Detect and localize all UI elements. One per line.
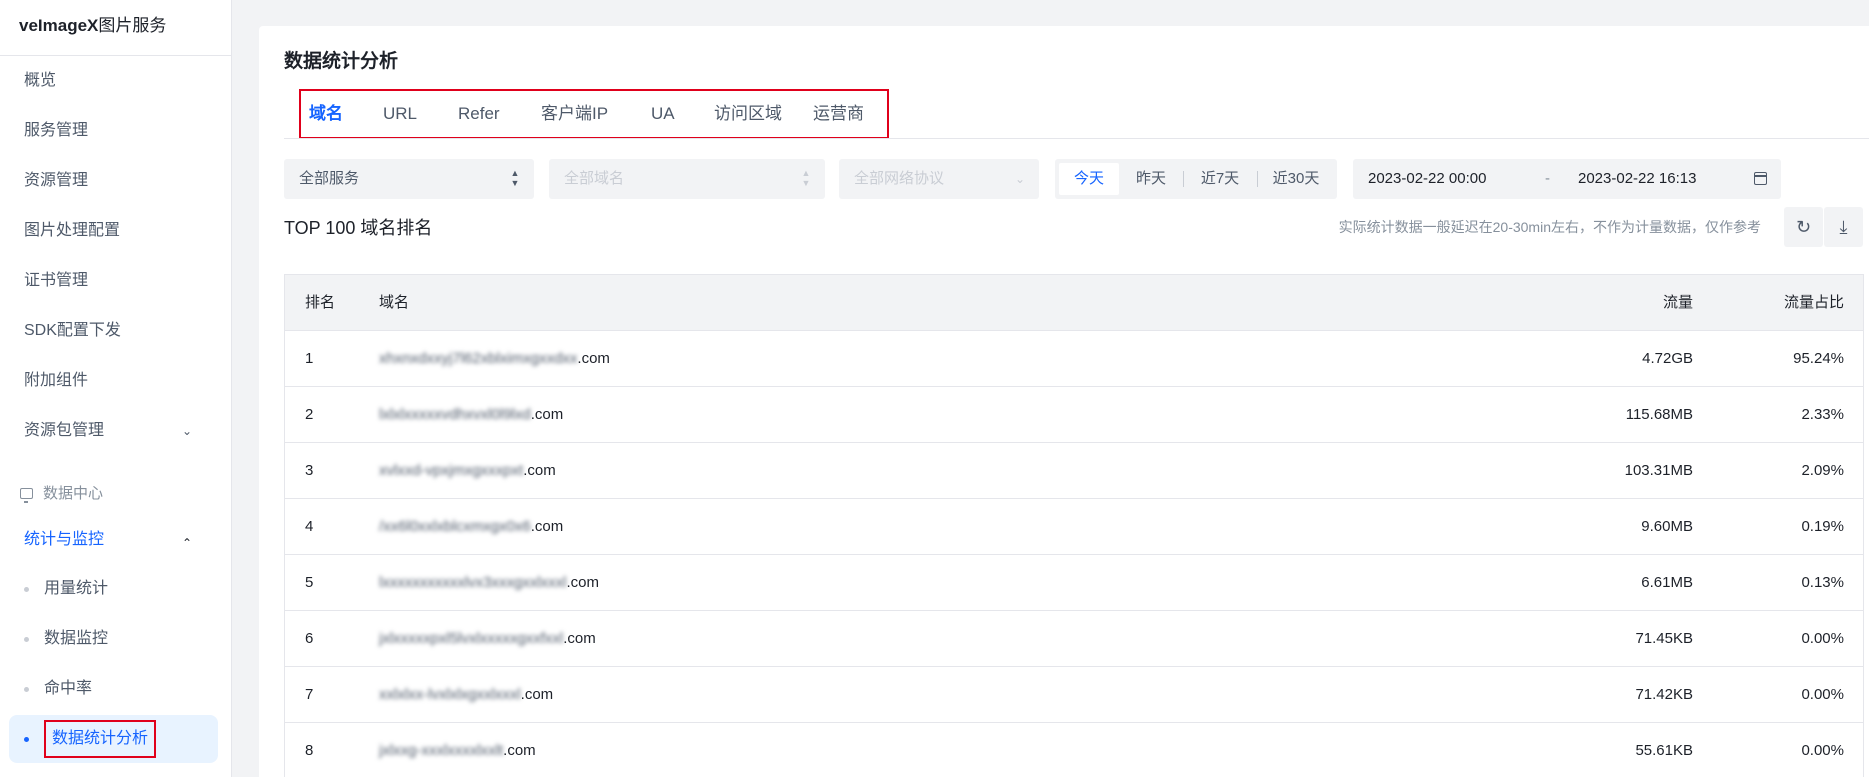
domain-cell: lxlxlxxxxxvdhxvxl0l9lxd.com — [379, 406, 564, 423]
header-rank: 排名 — [305, 294, 336, 311]
tab-refer[interactable]: Refer — [458, 91, 500, 137]
domain-cell: xhxnxdxxyj7l62xblximxgxxdxx.com — [379, 350, 610, 367]
range-today[interactable]: 今天 — [1059, 163, 1119, 195]
table-row: 2 lxlxlxxxxxvdhxvxl0l9lxd.com 115.68MB 2… — [285, 387, 1863, 443]
table-row: 5 lxxxxxxxxxxxlvx3xxxgxxlxxxl.com 6.61MB… — [285, 555, 1863, 611]
start-date: 2023-02-22 00:00 — [1368, 170, 1487, 187]
sidebar: veImageX图片服务 概览 服务管理 资源管理 图片处理配置 证书管理 SD… — [0, 0, 232, 777]
bullet-dot — [24, 687, 29, 692]
chevron-down-icon: ⌄ — [181, 424, 192, 438]
sidebar-item-resource-packages[interactable]: 资源包管理 ⌄ — [0, 411, 232, 451]
sidebar-item-label: 统计与监控 — [24, 531, 105, 548]
calendar-icon — [1754, 172, 1767, 185]
refresh-icon: ↻ — [1795, 217, 1812, 237]
service-select[interactable]: 全部服务 ▲ ▼ — [284, 159, 534, 199]
sidebar-subitem-usage[interactable]: 用量统计 — [0, 569, 232, 609]
domain-ranking-table: 排名 域名 流量 流量占比 1 xhxnxdxxyj7l62xblximxgxx… — [284, 274, 1864, 777]
range-7days[interactable]: 近7天 — [1185, 163, 1255, 195]
range-yesterday[interactable]: 昨天 — [1121, 163, 1181, 195]
domain-cell: xvlxxd-vpxjmxgxxxpxt.com — [379, 462, 556, 479]
table-row: 4 /xx6l0xxlxblcxmxgx0x6.com 9.60MB 0.19% — [285, 499, 1863, 555]
sort-arrows-icon: ▲ ▼ — [801, 168, 811, 188]
sidebar-subitem-data-monitoring[interactable]: 数据监控 — [0, 619, 232, 659]
header-domain: 域名 — [379, 294, 410, 311]
sidebar-item-sdk-config[interactable]: SDK配置下发 — [0, 311, 232, 351]
sidebar-item-overview[interactable]: 概览 — [0, 61, 232, 101]
table-header: 排名 域名 流量 流量占比 — [285, 275, 1863, 331]
domain-cell: jxlxxg-xxxlxxxxlxxlt.com — [379, 742, 536, 759]
sidebar-item-certificates[interactable]: 证书管理 — [0, 261, 232, 301]
table-row: 3 xvlxxd-vpxjmxgxxxpxt.com 103.31MB 2.09… — [285, 443, 1863, 499]
segment-divider — [1257, 171, 1258, 187]
table-row: 7 xxlxlxx-lvxlxlxgxxlxxxl.com 71.42KB 0.… — [285, 667, 1863, 723]
tab-isp[interactable]: 运营商 — [813, 91, 864, 137]
sidebar-item-resource-management[interactable]: 资源管理 — [0, 161, 232, 201]
range-30days[interactable]: 近30天 — [1259, 163, 1333, 195]
tab-region[interactable]: 访问区域 — [714, 91, 782, 137]
sort-arrows-icon: ▲ ▼ — [510, 168, 520, 188]
refresh-button[interactable]: ↻ — [1784, 207, 1823, 247]
bullet-dot — [24, 637, 29, 642]
chevron-down-icon: ⌄ — [1014, 172, 1025, 186]
table-row: 8 jxlxxg-xxxlxxxxlxxlt.com 55.61KB 0.00% — [285, 723, 1863, 777]
time-range-segmented: 今天 昨天 近7天 近30天 — [1055, 159, 1337, 199]
page-title: 数据统计分析 — [284, 51, 399, 72]
protocol-select[interactable]: 全部网络协议 ⌄ — [839, 159, 1039, 199]
tab-client-ip[interactable]: 客户端IP — [541, 91, 608, 137]
sidebar-item-label: 资源包管理 — [24, 422, 105, 439]
sidebar-group-data-center: 数据中心 — [0, 476, 232, 512]
sidebar-item-stats-monitoring[interactable]: 统计与监控 ⌃ — [0, 520, 232, 560]
domain-cell: xxlxlxx-lvxlxlxgxxlxxxl.com — [379, 686, 554, 703]
sidebar-item-image-processing[interactable]: 图片处理配置 — [0, 211, 232, 251]
bullet-dot — [24, 587, 29, 592]
download-icon: ⤓ — [1839, 217, 1848, 237]
table-row: 6 jxlxxxxxpxl5lvxlxxxxxgxxfxxl.com 71.45… — [285, 611, 1863, 667]
delay-note: 实际统计数据一般延迟在20-30min左右，不作为计量数据，仅作参考 — [1338, 219, 1761, 235]
domain-cell: /xx6l0xxlxblcxmxgx0x6.com — [379, 518, 564, 535]
segment-divider — [1183, 171, 1184, 187]
table-row: 1 xhxnxdxxyj7l62xblximxgxxdxx.com 4.72GB… — [285, 331, 1863, 387]
section-title: TOP 100 域名排名 — [284, 218, 433, 238]
domain-select[interactable]: 全部域名 ▲ ▼ — [549, 159, 825, 199]
tab-domain[interactable]: 域名 — [309, 91, 343, 137]
main-panel: 数据统计分析 域名 URL Refer 客户端IP UA 访问区域 运营商 全部… — [259, 26, 1869, 777]
sidebar-subitem-data-analysis[interactable]: 数据统计分析 — [9, 715, 218, 763]
monitor-icon — [20, 488, 33, 503]
header-flow: 流量 — [1662, 294, 1693, 311]
sidebar-item-service-management[interactable]: 服务管理 — [0, 111, 232, 151]
sidebar-subitem-hit-rate[interactable]: 命中率 — [0, 669, 232, 709]
tabs-divider — [284, 138, 1869, 139]
tab-ua[interactable]: UA — [651, 91, 675, 137]
date-range-picker[interactable]: 2023-02-22 00:00 - 2023-02-22 16:13 — [1353, 159, 1781, 199]
chevron-up-icon: ⌃ — [181, 536, 192, 550]
sidebar-item-addons[interactable]: 附加组件 — [0, 361, 232, 401]
bullet-dot — [24, 737, 29, 742]
header-pct: 流量占比 — [1783, 294, 1844, 311]
brand-title: veImageX图片服务 — [0, 0, 231, 56]
domain-cell: lxxxxxxxxxxxlvx3xxxgxxlxxxl.com — [379, 574, 600, 591]
download-button[interactable]: ⤓ — [1824, 207, 1863, 247]
tab-url[interactable]: URL — [383, 91, 417, 137]
end-date: 2023-02-22 16:13 — [1578, 170, 1697, 187]
tab-bar: 域名 URL Refer 客户端IP UA 访问区域 运营商 — [299, 89, 889, 139]
domain-cell: jxlxxxxxpxl5lvxlxxxxxgxxfxxl.com — [379, 630, 596, 647]
range-separator: - — [1545, 170, 1550, 187]
